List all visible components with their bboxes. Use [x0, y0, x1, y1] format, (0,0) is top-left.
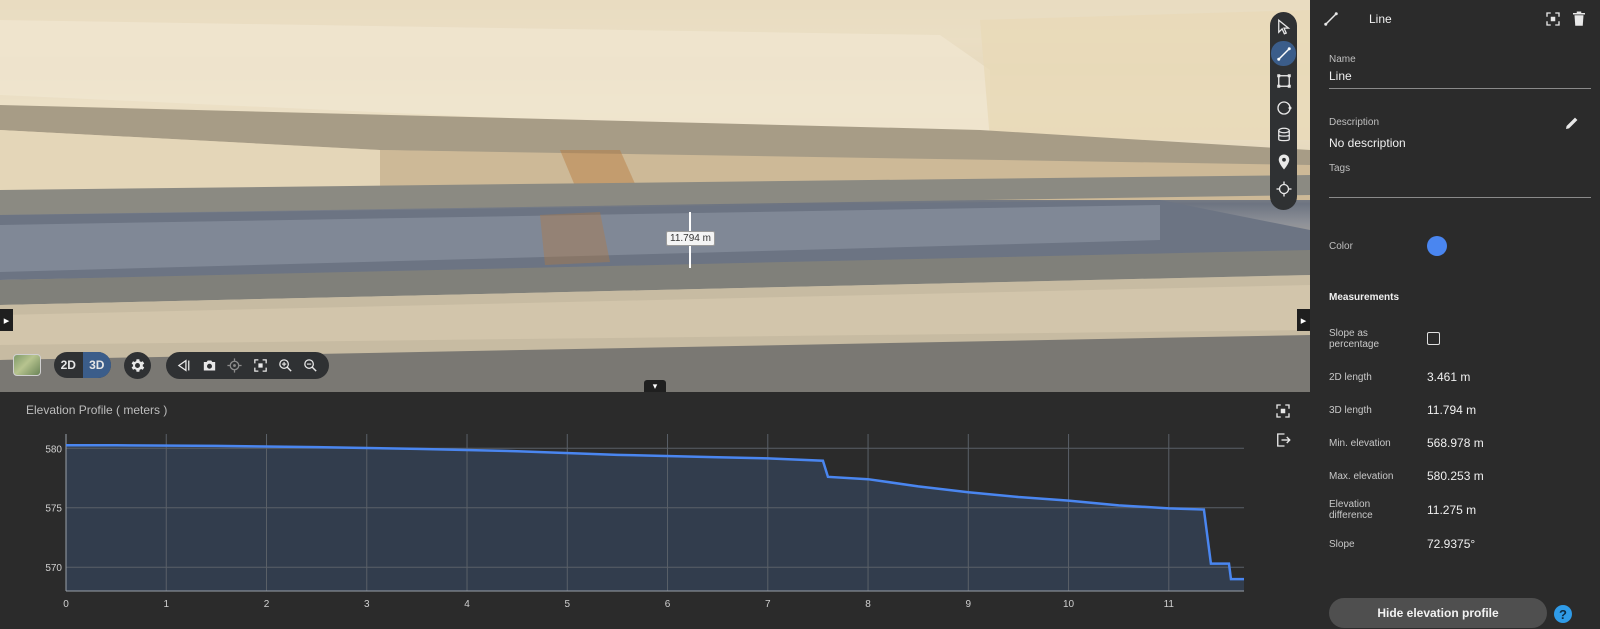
edit-description-button[interactable] [1562, 113, 1582, 133]
x-tick-label: 8 [865, 599, 871, 610]
view-toolbar [166, 352, 329, 379]
name-field[interactable]: Line [1329, 69, 1352, 83]
export-icon [1277, 433, 1291, 447]
terrain-texture [0, 0, 1310, 392]
profile-export-button[interactable] [1272, 429, 1294, 451]
x-tick-label: 1 [163, 599, 169, 610]
toggle-2d-button[interactable]: 2D [54, 352, 83, 378]
properties-panel: Line Name Line Description No descriptio… [1310, 0, 1600, 629]
profile-fit-button[interactable] [1272, 400, 1294, 422]
chevron-right-icon: ▸ [3, 314, 10, 327]
name-underline [1329, 88, 1591, 89]
color-swatch[interactable] [1427, 236, 1447, 256]
focus-measurement-button[interactable] [1543, 9, 1563, 29]
x-tick-label: 6 [665, 599, 671, 610]
chevron-down-icon: ▾ [652, 380, 658, 391]
profile-title: Elevation Profile ( meters ) [26, 403, 168, 417]
toggle-3d-button[interactable]: 3D [82, 352, 111, 378]
x-tick-label: 0 [63, 599, 69, 610]
measurement-value-min-elevation: 568.978 m [1427, 436, 1484, 450]
tags-label: Tags [1329, 163, 1351, 174]
pencil-icon [1566, 117, 1578, 129]
x-tick-label: 11 [1164, 599, 1175, 610]
measurement-value-3d-length: 11.794 m [1427, 403, 1477, 417]
x-tick-label: 3 [364, 599, 370, 610]
x-tick-label: 10 [1063, 599, 1075, 610]
measurement-label-3d-length: 3D length [1329, 405, 1372, 416]
y-tick-label: 575 [45, 504, 62, 515]
measurements-heading: Measurements [1329, 292, 1400, 303]
measurement-value-slope: 72.9375° [1427, 537, 1476, 551]
camera-icon[interactable] [200, 356, 220, 376]
fit-view-icon[interactable] [250, 356, 270, 376]
measurement-value-elevation-difference: 11.275 m [1427, 503, 1477, 517]
crosshair-icon[interactable] [1271, 176, 1296, 201]
help-icon[interactable]: ? [1554, 605, 1572, 623]
x-tick-label: 4 [464, 599, 470, 610]
color-label: Color [1329, 241, 1353, 252]
settings-button[interactable] [124, 352, 151, 379]
x-tick-label: 9 [966, 599, 972, 610]
description-label: Description [1329, 117, 1380, 128]
description-value: No description [1329, 136, 1406, 150]
elevation-chart[interactable]: 0 1 2 3 4 5 6 7 8 9 10 11 570 575 580 [0, 392, 1310, 629]
zoom-out-icon[interactable] [300, 356, 320, 376]
collapse-profile-button[interactable]: ▾ [644, 380, 666, 392]
x-tick-label: 2 [264, 599, 270, 610]
measure-tool-rail [1270, 12, 1297, 210]
toggle-sidebar-icon[interactable] [175, 356, 195, 376]
tags-underline [1329, 197, 1591, 198]
basemap-thumbnail[interactable] [13, 354, 41, 376]
fit-view-icon [1276, 404, 1290, 418]
name-label: Name [1329, 54, 1356, 65]
slope-percentage-label: Slope as percentage [1329, 328, 1380, 350]
measurement-label-2d-length: 2D length [1329, 372, 1372, 383]
select-pointer-icon[interactable] [1271, 14, 1296, 39]
fit-view-icon [1546, 12, 1560, 26]
panel-title: Line [1369, 12, 1392, 26]
measurement-value-2d-length: 3.461 m [1427, 370, 1471, 384]
zoom-in-icon[interactable] [275, 356, 295, 376]
app-root: 11.794 m ▸ ▸ ▾ 2D 3D 0 1 2 3 4 5 6 7 8 9… [0, 0, 1600, 629]
dimension-toggle: 2D 3D [54, 352, 111, 378]
gear-icon [131, 359, 145, 372]
chevron-right-icon: ▸ [1300, 314, 1307, 327]
collapse-right-panel-button[interactable]: ▸ [1297, 309, 1310, 331]
expand-left-panel-button[interactable]: ▸ [0, 309, 13, 331]
line-measure-icon[interactable] [1271, 41, 1296, 66]
slope-percentage-checkbox[interactable] [1427, 332, 1440, 345]
area-measure-icon[interactable] [1271, 68, 1296, 93]
x-tick-label: 5 [564, 599, 570, 610]
circle-measure-icon[interactable] [1271, 95, 1296, 120]
hide-elevation-profile-button[interactable]: Hide elevation profile [1329, 598, 1547, 628]
measurement-label-min-elevation: Min. elevation [1329, 438, 1391, 449]
measurement-label-slope: Slope [1329, 539, 1355, 550]
measurement-value-max-elevation: 580.253 m [1427, 469, 1484, 483]
location-pin-icon[interactable] [1271, 149, 1296, 174]
locate-icon[interactable] [225, 356, 245, 376]
line-measure-icon [1320, 8, 1342, 30]
measurement-label-max-elevation: Max. elevation [1329, 471, 1394, 482]
measurement-label-elevation-difference: Elevation difference [1329, 499, 1373, 521]
volume-measure-icon[interactable] [1271, 122, 1296, 147]
trash-icon [1573, 11, 1585, 26]
measurement-label: 11.794 m [666, 231, 715, 246]
y-tick-label: 580 [45, 444, 62, 455]
elevation-profile-panel: 0 1 2 3 4 5 6 7 8 9 10 11 570 575 580 Elevation Profil… [0, 392, 1310, 629]
y-tick-label: 570 [45, 563, 62, 574]
delete-measurement-button[interactable] [1569, 9, 1589, 29]
x-tick-label: 7 [765, 599, 771, 610]
3d-viewport[interactable]: 11.794 m ▸ ▸ ▾ 2D 3D [0, 0, 1310, 392]
profile-area [66, 445, 1244, 591]
